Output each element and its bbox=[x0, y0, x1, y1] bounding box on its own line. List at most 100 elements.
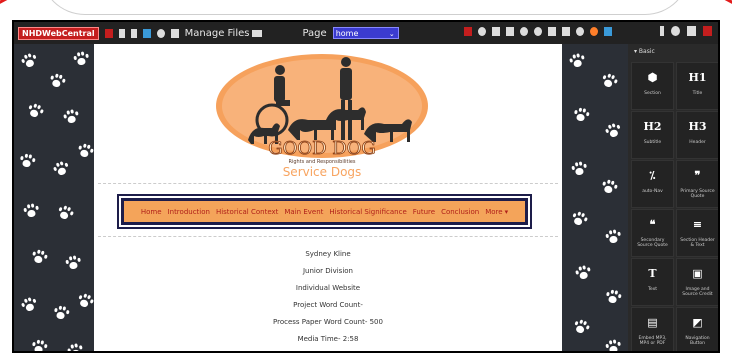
paw-print-icon bbox=[52, 160, 70, 178]
floppy-icon[interactable] bbox=[604, 27, 612, 36]
student-name: Sydney Kline bbox=[305, 250, 351, 258]
brush-icon[interactable] bbox=[660, 26, 664, 36]
block-tile-label: Navigation Button bbox=[685, 336, 710, 346]
close-icon[interactable] bbox=[703, 26, 712, 36]
paw-print-icon bbox=[605, 229, 621, 245]
nav-item-historical-significance[interactable]: Historical Significance bbox=[329, 208, 406, 216]
tool-icons bbox=[464, 27, 612, 36]
logo-tagline: Service Dogs bbox=[283, 165, 362, 179]
eye-icon[interactable] bbox=[478, 27, 486, 36]
paw-print-icon bbox=[571, 161, 587, 177]
nav-item-historical-context[interactable]: Historical Context bbox=[216, 208, 278, 216]
block-tile[interactable]: H3 Header bbox=[676, 111, 718, 159]
lines-icon: ≡ bbox=[692, 218, 703, 231]
paw-print-icon bbox=[31, 339, 48, 351]
paw-print-icon bbox=[23, 203, 39, 219]
paw-background-right bbox=[562, 44, 628, 351]
paw-print-icon bbox=[53, 305, 70, 321]
title-info-section[interactable]: Sydney Kline Junior Division Individual … bbox=[98, 246, 558, 348]
nav-item-main-event[interactable]: Main Event bbox=[284, 208, 323, 216]
file-icon: ▤ bbox=[647, 316, 658, 329]
block-tile[interactable]: H2 Subtitle bbox=[631, 111, 674, 159]
category-basic[interactable]: ▾ Basic bbox=[634, 48, 655, 55]
h1-icon: H1 bbox=[688, 71, 707, 84]
page-select-value: home bbox=[335, 29, 359, 38]
paw-print-icon bbox=[604, 122, 622, 140]
mobile-icon[interactable] bbox=[464, 27, 472, 36]
code-icon[interactable] bbox=[506, 27, 514, 36]
navigation-bar: Home Introduction Historical Context Mai… bbox=[121, 198, 528, 225]
paw-print-icon bbox=[573, 107, 590, 123]
redo-icon[interactable] bbox=[534, 27, 542, 36]
block-tile[interactable]: ▣ Image and Source Credit bbox=[676, 258, 718, 306]
block-tile[interactable]: ❞ Primary Source Quote bbox=[676, 160, 718, 208]
outer-frame-top bbox=[0, 0, 732, 20]
paw-print-icon bbox=[600, 72, 618, 90]
logo-title: GOOD DOG bbox=[268, 138, 376, 159]
manage-files-button[interactable]: Manage Files bbox=[185, 28, 250, 39]
download-icon[interactable] bbox=[562, 27, 570, 36]
paw-print-icon bbox=[26, 102, 44, 120]
doc2-icon[interactable] bbox=[130, 28, 137, 38]
quote-open-icon: ❝ bbox=[649, 218, 656, 231]
trash-icon[interactable] bbox=[548, 27, 556, 36]
chevron-down-icon: ⌄ bbox=[388, 30, 395, 38]
good-dog-logo[interactable]: GOOD DOG Rights and Responsibilities Ser… bbox=[214, 50, 430, 180]
paw-print-icon bbox=[65, 255, 81, 271]
list-icon[interactable] bbox=[170, 28, 179, 38]
frame-arc bbox=[40, 0, 690, 15]
block-tile-label: Subtitle bbox=[643, 140, 662, 145]
block-tile[interactable]: ⬢ Section bbox=[631, 62, 674, 110]
panel-icons bbox=[660, 26, 712, 36]
block-tile[interactable]: T Text bbox=[631, 258, 674, 306]
paw-print-icon bbox=[600, 178, 618, 195]
save-icon[interactable] bbox=[142, 28, 151, 38]
block-tile[interactable]: H1 Title bbox=[676, 62, 718, 110]
block-tile[interactable]: ❝ Secondary Source Quote bbox=[631, 209, 674, 257]
section-divider bbox=[98, 236, 558, 237]
block-tile-label: auto-Nav bbox=[642, 189, 663, 194]
help-icon[interactable] bbox=[576, 27, 584, 36]
nav-item-conclusion[interactable]: Conclusion bbox=[441, 208, 479, 216]
nav-item-future[interactable]: Future bbox=[413, 208, 435, 216]
folder-icon[interactable] bbox=[252, 29, 263, 37]
process-paper-word-count: Process Paper Word Count- 500 bbox=[273, 318, 383, 326]
gear-icon[interactable] bbox=[671, 26, 680, 36]
block-tile-label: Primary Source Quote bbox=[680, 189, 715, 199]
block-tile[interactable]: ≡ Section Header & Text bbox=[676, 209, 718, 257]
top-toolbar: NHDWebCentral Manage Files Page home ⌄ bbox=[14, 22, 718, 44]
palette-icon[interactable] bbox=[156, 28, 165, 38]
paw-print-icon bbox=[568, 52, 585, 69]
nav-item-more[interactable]: More ▾ bbox=[485, 208, 508, 216]
logo-icon[interactable] bbox=[590, 27, 598, 36]
paw-print-icon bbox=[30, 248, 48, 265]
paw-print-icon bbox=[48, 72, 66, 89]
menu-icon[interactable] bbox=[687, 26, 696, 36]
doc-icon[interactable] bbox=[118, 28, 125, 38]
page-select[interactable]: home ⌄ bbox=[332, 27, 399, 39]
quote-icon: ❞ bbox=[694, 169, 701, 182]
move-icon[interactable] bbox=[492, 27, 500, 36]
paw-print-icon bbox=[570, 210, 588, 228]
paw-print-icon bbox=[66, 342, 83, 351]
nav-button-icon: ◩ bbox=[692, 316, 703, 329]
paw-background-left bbox=[14, 44, 94, 351]
nav-item-home[interactable]: Home bbox=[141, 208, 162, 216]
paw-print-icon bbox=[574, 264, 591, 281]
red-line-right bbox=[688, 0, 732, 9]
block-tile[interactable]: ◩ Navigation Button bbox=[676, 307, 718, 351]
paw-print-icon bbox=[73, 51, 89, 67]
project-word-count: Project Word Count- bbox=[293, 301, 363, 309]
paw-print-icon bbox=[20, 52, 38, 70]
percent-icon: ⁒ bbox=[649, 169, 656, 182]
block-tile[interactable]: ⁒ auto-Nav bbox=[631, 160, 674, 208]
app-logo[interactable]: NHDWebCentral bbox=[18, 26, 99, 40]
block-tile[interactable]: ▤ Embed MP3, MP4 or PDF bbox=[631, 307, 674, 351]
nav-item-introduction[interactable]: Introduction bbox=[168, 208, 210, 216]
desktop-icon[interactable] bbox=[104, 28, 113, 38]
paw-print-icon bbox=[76, 292, 94, 310]
red-line-left bbox=[0, 0, 44, 9]
undo-icon[interactable] bbox=[520, 27, 528, 36]
paw-print-icon bbox=[19, 153, 36, 169]
header-section[interactable]: GOOD DOG Rights and Responsibilities Ser… bbox=[98, 44, 558, 184]
